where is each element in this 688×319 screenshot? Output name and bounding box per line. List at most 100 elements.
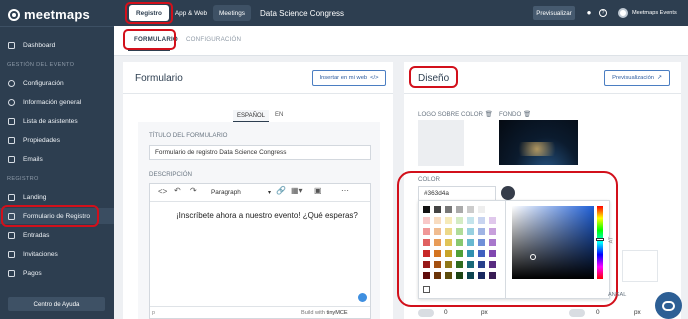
color-swatch[interactable] [489,206,496,213]
saturation-area[interactable] [512,206,594,279]
color-swatch[interactable] [434,250,441,257]
sidebar-item-entradas[interactable]: Entradas [0,227,114,243]
preview-button[interactable]: Previsualización ↗ [604,70,670,86]
embed-button[interactable]: Insertar en mi web </> [312,70,386,86]
background-image[interactable] [499,120,578,165]
tab-meetings[interactable]: Meetings [213,5,251,21]
color-swatch[interactable] [456,206,463,213]
sidebar-item-landing[interactable]: Landing [0,189,114,205]
color-swatch[interactable] [434,206,441,213]
lang-tab-en[interactable]: EN [275,112,283,118]
top-preview-button[interactable]: Previsualizar [533,6,575,20]
sidebar-item-emails[interactable]: Emails [0,151,114,167]
color-swatch[interactable] [423,261,430,268]
color-swatch[interactable] [467,272,474,279]
color-swatch[interactable] [445,217,452,224]
color-swatch[interactable] [423,239,430,246]
form-title-input[interactable]: Formulario de registro Data Science Cong… [149,145,371,160]
color-swatch[interactable] [423,272,430,279]
color-swatch[interactable] [423,217,430,224]
trash-icon[interactable]: 🗑 [485,111,493,118]
color-swatch[interactable] [489,239,496,246]
bell-icon[interactable]: ● [585,9,593,17]
sidebar-item-pagos[interactable]: Pagos [0,265,114,281]
sidebar-item-dashboard[interactable]: Dashboard [0,37,114,53]
value-b[interactable]: 0 [596,309,600,316]
help-center-button[interactable]: Centro de Ayuda [8,297,105,311]
tinymce-brand[interactable]: tinyMCE [327,310,348,316]
meetmaps-logo[interactable]: meetmaps [8,7,90,22]
chat-button[interactable] [655,292,682,319]
color-swatch[interactable] [478,272,485,279]
color-swatch[interactable] [467,217,474,224]
color-swatch[interactable] [456,250,463,257]
paragraph-select[interactable]: Paragraph ▾ [211,186,271,198]
color-swatch[interactable] [489,261,496,268]
saturation-cursor[interactable] [530,254,536,260]
color-swatch[interactable] [434,228,441,235]
sidebar-item-asistentes[interactable]: Lista de asistentes [0,113,114,129]
tab-app-web[interactable]: App & Web [172,5,210,21]
image-icon[interactable]: ▣ [314,186,322,195]
color-swatch[interactable] [434,239,441,246]
more-icon[interactable]: ⋯ [341,186,349,195]
color-swatch[interactable] [456,217,463,224]
color-swatch[interactable] [478,217,485,224]
color-swatch[interactable] [489,228,496,235]
logo-preview[interactable] [418,120,464,166]
value-a[interactable]: 0 [444,309,448,316]
color-swatch[interactable] [467,206,474,213]
toggle-switch[interactable] [418,309,434,317]
color-input[interactable]: #363d4a [418,186,496,201]
color-swatch[interactable] [434,217,441,224]
color-swatch[interactable] [489,217,496,224]
color-swatch[interactable] [467,250,474,257]
sidebar-item-informacion[interactable]: Información general [0,94,114,110]
color-swatch[interactable] [478,250,485,257]
color-swatch[interactable] [478,206,485,213]
color-swatch[interactable] [489,250,496,257]
color-swatch[interactable] [445,206,452,213]
subtab-configuracion[interactable]: CONFIGURACIÓN [186,36,241,43]
sidebar-item-invitaciones[interactable]: Invitaciones [0,246,114,262]
editor-content[interactable]: ¡Inscríbete ahora a nuestro evento! ¿Qué… [176,211,358,220]
hue-slider[interactable] [597,206,603,279]
sidebar-item-propiedades[interactable]: Propiedades [0,132,114,148]
color-swatch[interactable] [445,228,452,235]
color-swatch[interactable] [478,239,485,246]
color-swatch[interactable] [445,272,452,279]
table-icon[interactable]: ▦▾ [291,186,303,195]
sidebar-item-configuracion[interactable]: Configuración [0,75,114,91]
redo-icon[interactable]: ↷ [190,186,197,195]
color-swatch[interactable] [478,228,485,235]
source-code-icon[interactable]: <> [158,187,167,196]
color-swatch[interactable] [434,261,441,268]
color-swatch[interactable] [467,261,474,268]
color-swatch[interactable] [445,250,452,257]
color-swatch[interactable] [445,239,452,246]
color-swatch[interactable] [423,228,430,235]
color-swatch[interactable] [423,206,430,213]
lang-tab-es[interactable]: ESPAÑOL [233,110,269,122]
avatar[interactable] [618,8,628,18]
color-swatch[interactable] [467,228,474,235]
color-swatch[interactable] [445,261,452,268]
color-preview-swatch[interactable] [501,186,515,200]
custom-color-check-icon[interactable] [423,286,430,293]
help-icon[interactable]: ? [599,9,607,17]
color-swatch[interactable] [489,272,496,279]
color-swatch[interactable] [456,228,463,235]
trash-icon[interactable]: 🗑 [523,111,531,118]
color-swatch[interactable] [456,239,463,246]
toggle-switch[interactable] [569,309,585,317]
link-icon[interactable]: 🔗 [276,186,286,195]
color-swatch[interactable] [434,272,441,279]
color-swatch[interactable] [478,261,485,268]
hue-slider-handle[interactable] [596,238,604,241]
user-name[interactable]: Meetmaps Events [632,10,677,16]
undo-icon[interactable]: ↶ [174,186,181,195]
color-swatch[interactable] [456,272,463,279]
color-swatch[interactable] [456,261,463,268]
color-swatch[interactable] [467,239,474,246]
color-swatch[interactable] [423,250,430,257]
